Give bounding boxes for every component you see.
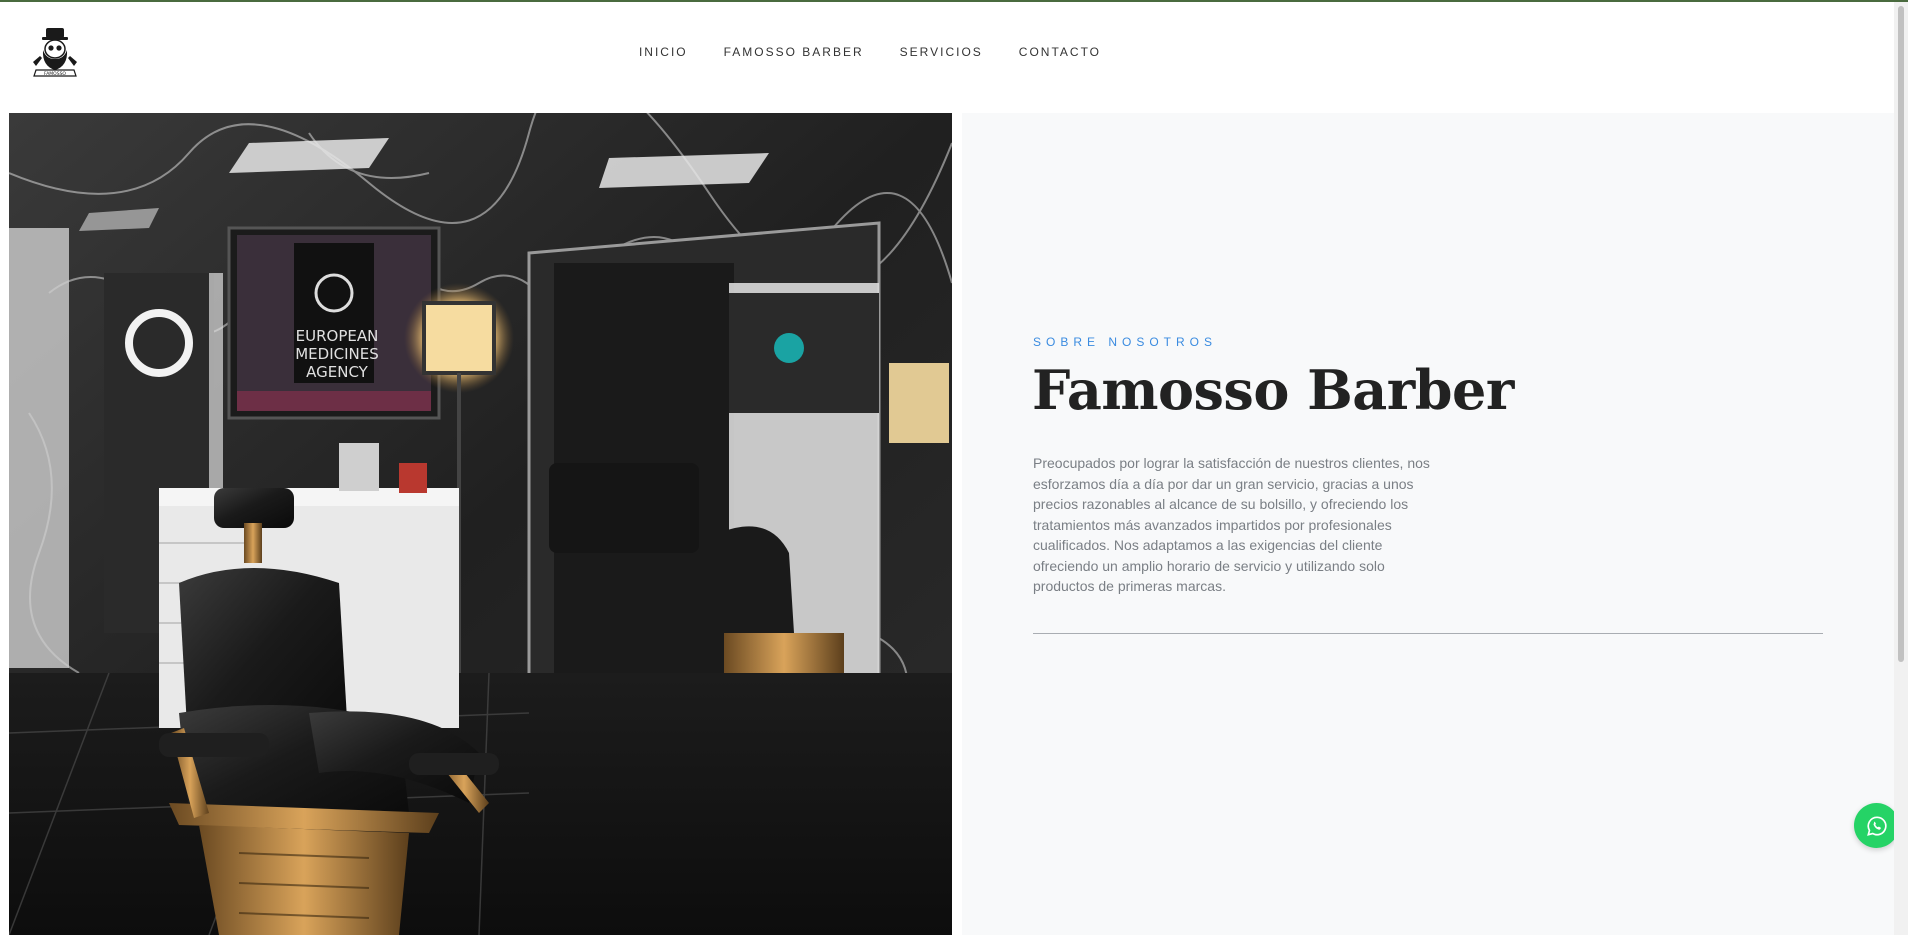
site-header: FAMOSSO INICIO FAMOSSO BARBER SERVICIOS … <box>0 2 1890 102</box>
svg-text:MEDICINES: MEDICINES <box>295 345 379 363</box>
about-description: Preocupados por lograr la satisfacción d… <box>1033 455 1430 594</box>
nav-item-contacto[interactable]: CONTACTO <box>1019 45 1101 59</box>
nav-item-servicios[interactable]: SERVICIOS <box>900 45 983 59</box>
barbershop-photo: EUROPEAN MEDICINES AGENCY <box>9 113 952 935</box>
barbershop-interior-image: EUROPEAN MEDICINES AGENCY <box>9 113 952 935</box>
whatsapp-button[interactable] <box>1854 803 1899 848</box>
about-title: Famosso Barber <box>1032 358 1514 422</box>
main-nav: INICIO FAMOSSO BARBER SERVICIOS CONTACTO <box>0 2 1890 102</box>
whatsapp-icon <box>1866 815 1887 836</box>
about-eyebrow: SOBRE NOSOTROS <box>1033 335 1218 349</box>
svg-text:AGENCY: AGENCY <box>306 363 369 381</box>
scrollbar-thumb[interactable] <box>1898 6 1904 662</box>
nav-item-inicio[interactable]: INICIO <box>639 45 688 59</box>
about-divider <box>1033 633 1823 634</box>
about-section: SOBRE NOSOTROS Famosso Barber Preocupado… <box>962 113 1894 935</box>
svg-text:EUROPEAN: EUROPEAN <box>296 327 379 345</box>
page-scrollbar[interactable] <box>1894 2 1908 935</box>
nav-item-famosso-barber[interactable]: FAMOSSO BARBER <box>724 45 864 59</box>
